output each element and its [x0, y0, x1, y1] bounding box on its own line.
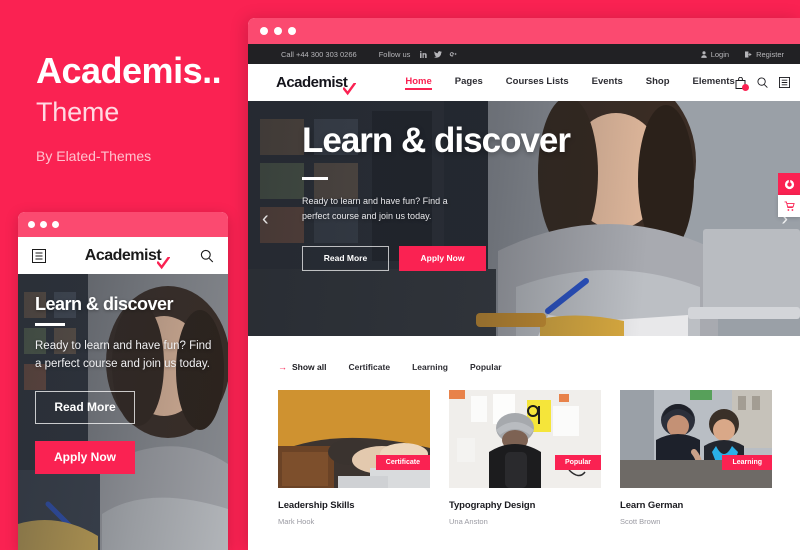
hero-buttons: Read More Apply Now: [302, 246, 570, 271]
follow-us-group: Follow us: [379, 50, 458, 59]
twitter-icon[interactable]: [434, 50, 443, 58]
nav-item-pages[interactable]: Pages: [455, 76, 483, 90]
nav-item-courses-lists[interactable]: Courses Lists: [506, 76, 569, 90]
shopping-bag-icon[interactable]: [735, 76, 749, 91]
course-filters: → Show all Certificate Learning Popular: [278, 362, 770, 372]
nav-item-events[interactable]: Events: [592, 76, 623, 90]
course-author: Scott Brown: [620, 517, 661, 526]
hero-divider: [302, 177, 328, 180]
side-widget-stack: [778, 173, 800, 217]
sidebar-menu-icon[interactable]: [778, 77, 790, 88]
course-badge: Certificate: [375, 455, 430, 470]
course-card[interactable]: Popular Typography Design Una Anston: [449, 390, 601, 526]
slider-prev-arrow-icon[interactable]: ‹: [262, 209, 269, 229]
course-author: Mark Hook: [278, 517, 315, 526]
phone-number[interactable]: Call +44 300 303 0266: [281, 50, 357, 59]
window-dot-minimize[interactable]: [274, 27, 282, 35]
course-author: Una Anston: [449, 517, 488, 526]
mobile-mockup: Academist Learn & discover Ready to lear…: [18, 212, 228, 550]
typography-design-image: [449, 390, 601, 488]
register-link[interactable]: Register: [745, 50, 784, 59]
check-icon: [343, 83, 357, 96]
courses-section: → Show all Certificate Learning Popular: [248, 336, 800, 526]
utility-topbar: Call +44 300 303 0266 Follow us Login Re…: [248, 44, 800, 64]
mobile-hero-content: Learn & discover Ready to learn and have…: [35, 294, 218, 474]
window-dot-maximize[interactable]: [52, 221, 59, 228]
hero-text: Ready to learn and have fun? Find a perf…: [302, 195, 448, 222]
nav-icons: [735, 76, 790, 91]
window-dot-close[interactable]: [28, 221, 35, 228]
window-dot-minimize[interactable]: [40, 221, 47, 228]
course-card-image[interactable]: Learning: [620, 390, 772, 488]
apply-now-button[interactable]: Apply Now: [399, 246, 486, 271]
course-card-image[interactable]: Popular: [449, 390, 601, 488]
leadership-skills-image: [278, 390, 430, 488]
filter-learning[interactable]: Learning: [412, 362, 448, 372]
course-badge: Learning: [722, 455, 772, 470]
window-dot-close[interactable]: [260, 27, 268, 35]
mobile-hero: Learn & discover Ready to learn and have…: [18, 274, 228, 550]
desktop-mockup: Call +44 300 303 0266 Follow us Login Re…: [248, 18, 800, 550]
topbar-right-group: Login Register: [700, 50, 784, 59]
nav-item-elements[interactable]: Elements: [693, 76, 735, 90]
mobile-titlebar: [18, 212, 228, 237]
hero-content: Learn & discover Ready to learn and have…: [302, 121, 571, 271]
read-more-button[interactable]: Read More: [302, 246, 389, 271]
mobile-logo[interactable]: Academist: [85, 247, 171, 269]
filter-popular[interactable]: Popular: [470, 362, 502, 372]
google-plus-icon[interactable]: [449, 51, 458, 58]
check-icon: [157, 256, 171, 269]
search-icon[interactable]: [200, 249, 214, 263]
filter-certificate[interactable]: Certificate: [348, 362, 390, 372]
social-links: [420, 50, 458, 58]
promo-subtitle: Theme: [36, 96, 120, 127]
nav-item-shop[interactable]: Shop: [646, 76, 670, 90]
nav-item-home[interactable]: Home: [405, 76, 433, 90]
login-link[interactable]: Login: [700, 50, 729, 59]
main-navigation: Academist Home Pages Courses Lists Event…: [248, 64, 800, 101]
mobile-apply-now-button[interactable]: Apply Now: [35, 440, 135, 474]
settings-circle-icon[interactable]: [778, 173, 800, 195]
promo-byline: By Elated-Themes: [36, 147, 152, 164]
site-logo[interactable]: Academist: [276, 74, 357, 96]
linkedin-icon[interactable]: [420, 50, 428, 58]
course-cards: Certificate Leadership Skills Mark Hook: [278, 390, 772, 526]
filter-show-all[interactable]: → Show all: [278, 362, 326, 372]
hero-slider: Learn & discover Ready to learn and have…: [248, 101, 800, 336]
user-icon: [700, 50, 707, 58]
follow-us-label: Follow us: [378, 49, 411, 59]
mobile-read-more-button[interactable]: Read More: [35, 390, 135, 424]
signin-icon: [745, 50, 752, 58]
course-badge: Popular: [554, 455, 601, 470]
promo-title: Academis..: [36, 50, 222, 91]
search-icon[interactable]: [757, 77, 768, 88]
mobile-hero-divider: [35, 323, 65, 326]
topbar-left-group: Call +44 300 303 0266 Follow us: [281, 50, 458, 59]
course-card[interactable]: Learning Learn German Scott Brown: [620, 390, 772, 526]
course-title[interactable]: Leadership Skills: [278, 500, 430, 511]
mobile-nav: Academist: [18, 237, 228, 274]
hero-title: Learn & discover: [302, 121, 571, 160]
browser-titlebar: [248, 18, 800, 44]
mobile-hero-title: Learn & discover: [35, 294, 174, 314]
cart-icon[interactable]: [778, 195, 800, 217]
course-title[interactable]: Typography Design: [449, 500, 601, 511]
cart-count-badge: [741, 83, 749, 91]
arrow-right-icon: →: [278, 361, 287, 372]
mobile-hero-buttons: Read More Apply Now: [35, 390, 218, 474]
nav-links: Home Pages Courses Lists Events Shop Ele…: [405, 76, 735, 90]
mobile-hero-text: Ready to learn and have fun? Find a perf…: [35, 340, 212, 370]
learn-german-image: [620, 390, 772, 488]
course-title[interactable]: Learn German: [620, 500, 772, 511]
window-dot-maximize[interactable]: [288, 27, 296, 35]
course-card-image[interactable]: Certificate: [278, 390, 430, 488]
course-card[interactable]: Certificate Leadership Skills Mark Hook: [278, 390, 430, 526]
hamburger-menu-icon[interactable]: [32, 248, 46, 263]
